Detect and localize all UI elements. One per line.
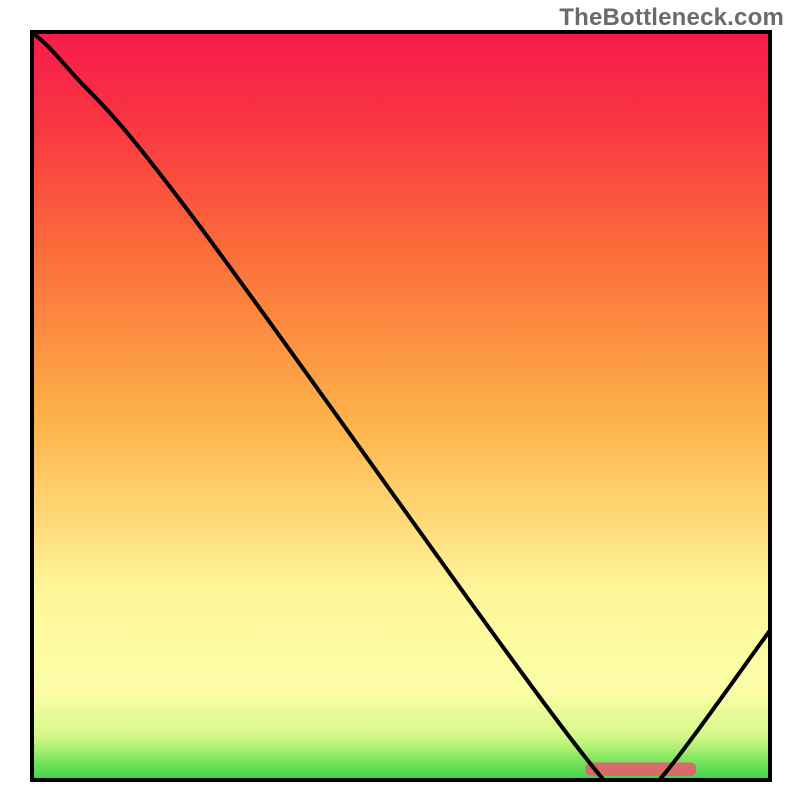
- gradient-background: [32, 32, 770, 780]
- bottleneck-chart: [0, 0, 800, 800]
- chart-container: TheBottleneck.com: [0, 0, 800, 800]
- watermark-label: TheBottleneck.com: [559, 4, 784, 32]
- optimal-range-marker: [586, 763, 697, 776]
